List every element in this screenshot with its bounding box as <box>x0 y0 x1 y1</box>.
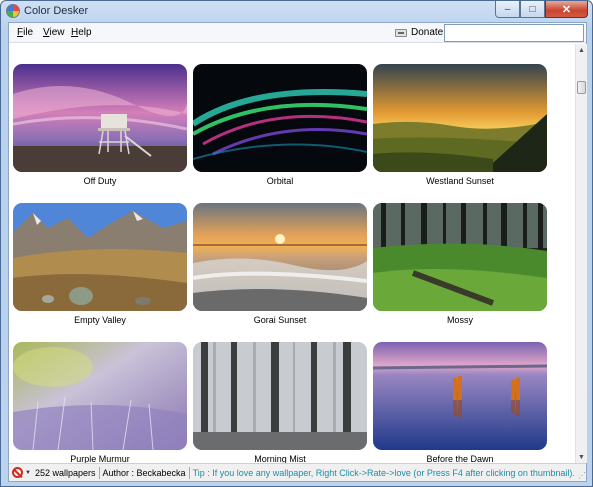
wallpaper-caption: Before the Dawn <box>426 454 494 463</box>
menu-file[interactable]: File <box>17 27 33 38</box>
resize-grip-icon[interactable]: ⋰ <box>578 471 586 480</box>
wallpaper-caption: Morning Mist <box>254 454 306 463</box>
wallpaper-tile-before-the-dawn[interactable]: Before the Dawn <box>373 342 547 463</box>
wallpaper-thumbnail[interactable] <box>373 342 547 450</box>
mossy-forest-icon <box>373 203 547 311</box>
wallpaper-tile-westland-sunset[interactable]: Westland Sunset <box>373 64 547 187</box>
close-button[interactable]: ✕ <box>545 1 588 18</box>
window-controls: ‒ □ ✕ <box>495 1 588 18</box>
mountain-valley-icon <box>13 203 187 311</box>
client-area: File View Help Donate Off Duty Orbital W… <box>8 22 587 482</box>
status-bar: ▼ 252 wallpapers Author : Beckabecka Tip… <box>9 463 586 481</box>
wallpaper-caption: Gorai Sunset <box>253 315 307 325</box>
scrollbar-thumb[interactable] <box>577 81 586 94</box>
scroll-up-arrow-icon[interactable]: ▲ <box>576 44 587 56</box>
wallpaper-thumbnail[interactable] <box>373 64 547 172</box>
wallpaper-caption: Westland Sunset <box>426 176 494 186</box>
app-window: Color Desker ‒ □ ✕ File View Help Donate <box>0 0 593 487</box>
color-wheel-icon <box>6 4 20 18</box>
wallpaper-thumbnail[interactable] <box>193 203 367 311</box>
misty-forest-icon <box>193 342 367 450</box>
wallpaper-tile-mossy[interactable]: Mossy <box>373 203 547 326</box>
wallpaper-caption: Orbital <box>266 176 294 186</box>
ocean-sunset-icon <box>193 203 367 311</box>
wallpaper-tile-off-duty[interactable]: Off Duty <box>13 64 187 187</box>
wallpaper-tile-empty-valley[interactable]: Empty Valley <box>13 203 187 326</box>
donate-button[interactable]: Donate <box>395 27 443 38</box>
wallpaper-caption: Empty Valley <box>74 315 126 325</box>
hills-sunset-icon <box>373 64 547 172</box>
menu-help-label: elp <box>78 27 92 38</box>
wallpaper-thumbnail[interactable] <box>193 342 367 450</box>
vertical-scrollbar[interactable]: ▲ ▼ <box>575 44 587 463</box>
maximize-button[interactable]: □ <box>520 1 545 18</box>
wallpaper-thumbnail[interactable] <box>193 64 367 172</box>
author-label: Author : Beckabecka <box>102 467 186 478</box>
menu-file-label: ile <box>23 27 34 38</box>
wallpaper-tile-morning-mist[interactable]: Morning Mist <box>193 342 367 463</box>
title-bar[interactable]: Color Desker ‒ □ ✕ <box>1 1 592 21</box>
lake-posts-icon <box>373 342 547 450</box>
minimize-button[interactable]: ‒ <box>495 1 520 18</box>
wallpaper-count: 252 wallpapers <box>34 467 96 478</box>
wallpaper-caption: Mossy <box>446 315 473 325</box>
lifeguard-tower-sunset-icon <box>13 64 187 172</box>
wallpaper-tile-gorai-sunset[interactable]: Gorai Sunset <box>193 203 367 326</box>
wallpaper-tile-purple-murmur[interactable]: Purple Murmur <box>13 342 187 463</box>
status-separator <box>98 466 100 479</box>
menu-help[interactable]: Help <box>71 27 92 38</box>
menu-bar: File View Help Donate <box>9 23 586 43</box>
wallpaper-tile-orbital[interactable]: Orbital <box>193 64 367 187</box>
menu-view[interactable]: View <box>43 27 65 38</box>
window-title: Color Desker <box>24 5 89 17</box>
wallpaper-thumbnail[interactable] <box>373 203 547 311</box>
search-input[interactable] <box>444 24 584 42</box>
wallpaper-caption: Off Duty <box>83 176 117 186</box>
wallpaper-caption: Purple Murmur <box>70 454 130 463</box>
donate-label: Donate <box>411 27 444 38</box>
wallpaper-thumbnail[interactable] <box>13 342 187 450</box>
wallpaper-thumbnail[interactable] <box>13 203 187 311</box>
filter-off-icon[interactable] <box>12 467 23 478</box>
credit-card-icon <box>395 28 407 37</box>
tip-text: Tip : If you love any wallpaper, Right C… <box>192 467 575 478</box>
status-separator <box>188 466 190 479</box>
menu-view-label: iew <box>49 27 65 38</box>
abstract-waves-icon <box>193 64 367 172</box>
wallpaper-thumbnail[interactable] <box>13 64 187 172</box>
chevron-down-icon[interactable]: ▼ <box>25 470 31 476</box>
blurred-grass-icon <box>13 342 187 450</box>
scroll-down-arrow-icon[interactable]: ▼ <box>576 451 587 463</box>
wallpaper-gallery: Off Duty Orbital Westland Sunset Empty V… <box>9 44 575 463</box>
